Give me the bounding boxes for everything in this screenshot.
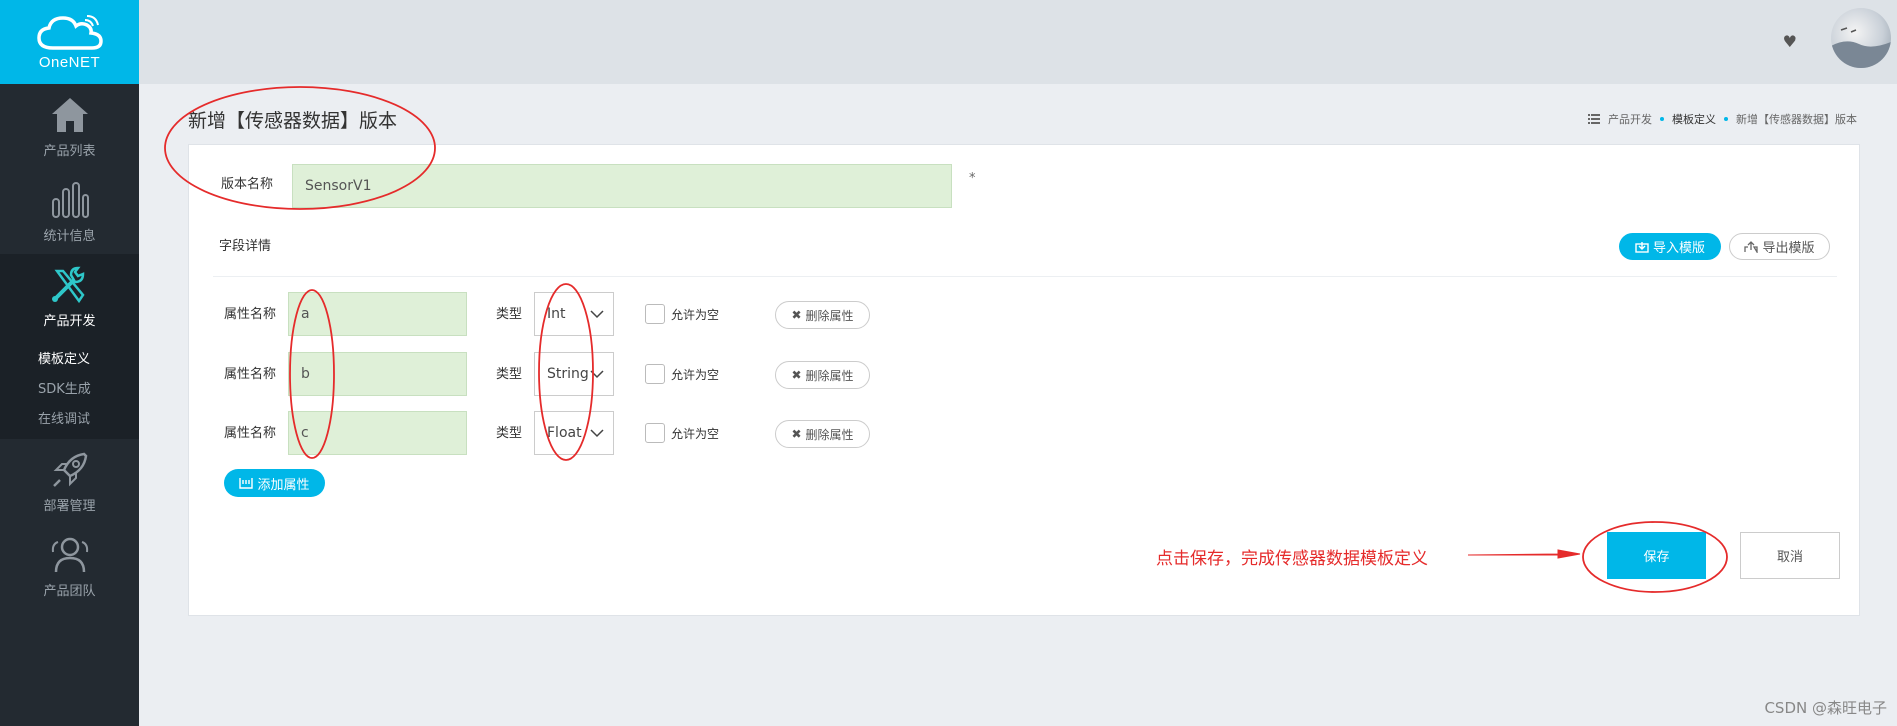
logo-text: OneNET: [38, 53, 101, 71]
sidebar-item-team[interactable]: 产品团队: [0, 524, 139, 609]
breadcrumb-item: 新增【传感器数据】版本: [1736, 113, 1857, 126]
nullable-label: 允许为空: [671, 427, 720, 441]
import-icon: [1635, 241, 1649, 253]
sidebar-item-deploy[interactable]: 部署管理: [0, 439, 139, 524]
property-name-label: 属性名称: [224, 367, 277, 382]
property-name-input[interactable]: a: [288, 292, 467, 336]
page-title: 新增【传感器数据】版本: [188, 110, 398, 132]
type-select[interactable]: String: [534, 352, 614, 396]
type-label: 类型: [496, 307, 523, 322]
sidebar-item-statistics[interactable]: 统计信息: [0, 169, 139, 254]
breadcrumb-item[interactable]: 模板定义: [1672, 111, 1716, 127]
chevron-down-icon: [590, 429, 604, 438]
nullable-label: 允许为空: [671, 308, 720, 322]
add-property-button[interactable]: 添加属性: [224, 469, 325, 497]
subnav-item-template[interactable]: 模板定义: [0, 345, 139, 375]
avatar[interactable]: [1831, 8, 1891, 68]
add-icon: [239, 478, 254, 489]
list-icon: [1588, 114, 1600, 124]
export-icon: [1744, 240, 1759, 253]
nullable-checkbox[interactable]: [645, 423, 665, 443]
watermark: CSDN @森旺电子: [1764, 699, 1887, 717]
subnav-item-debug[interactable]: 在线调试: [0, 405, 139, 435]
nullable-label: 允许为空: [671, 368, 720, 382]
sidebar: OneNET 产品列表 统计信息 产品开发 模板定义 SDK生成 在线调试 部署…: [0, 0, 139, 726]
fields-label: 字段详情: [219, 239, 272, 254]
close-icon: ✖: [791, 427, 802, 441]
chevron-down-icon: [590, 310, 604, 319]
chevron-down-icon: [590, 370, 604, 379]
avatar-image: [1831, 27, 1891, 68]
sidebar-item-product-list[interactable]: 产品列表: [0, 84, 139, 169]
form-panel: 版本名称 SensorV1 * 字段详情 导入模版 导出模版 属性名称 a 类型…: [188, 144, 1860, 616]
breadcrumb-separator: [1724, 117, 1728, 121]
sidebar-item-label: 产品团队: [43, 584, 96, 599]
export-template-button[interactable]: 导出模版: [1729, 233, 1830, 260]
sidebar-subnav: 模板定义 SDK生成 在线调试: [0, 339, 139, 439]
required-mark: *: [969, 171, 976, 186]
delete-property-button[interactable]: ✖ 删除属性: [775, 361, 870, 389]
annotation-text: 点击保存，完成传感器数据模板定义: [1156, 549, 1428, 569]
nullable-checkbox[interactable]: [645, 304, 665, 324]
close-icon: ✖: [791, 308, 802, 322]
breadcrumb: 产品开发 模板定义 新增【传感器数据】版本: [1588, 111, 1857, 127]
sidebar-item-label: 产品列表: [43, 144, 96, 159]
cancel-button[interactable]: 取消: [1740, 532, 1840, 579]
save-button[interactable]: 保存: [1607, 532, 1706, 579]
breadcrumb-separator: [1660, 117, 1664, 121]
rocket-icon: [52, 452, 87, 487]
sidebar-item-label: 统计信息: [43, 229, 96, 244]
divider: [213, 276, 1837, 277]
property-name-input[interactable]: b: [288, 352, 467, 396]
tools-icon: [51, 266, 85, 304]
delete-property-button[interactable]: ✖ 删除属性: [775, 301, 870, 329]
heart-icon[interactable]: ♥: [1783, 32, 1797, 51]
bar-chart-icon: [51, 182, 89, 218]
property-name-input[interactable]: c: [288, 411, 467, 455]
import-template-button[interactable]: 导入模版: [1619, 233, 1721, 260]
delete-property-button[interactable]: ✖ 删除属性: [775, 420, 870, 448]
cloud-logo-icon: [36, 14, 103, 50]
property-name-label: 属性名称: [224, 307, 277, 322]
version-name-label: 版本名称: [221, 177, 274, 192]
nullable-checkbox[interactable]: [645, 364, 665, 384]
home-icon: [51, 98, 88, 132]
sidebar-item-label: 部署管理: [43, 499, 96, 514]
sidebar-item-label: 产品开发: [43, 314, 96, 329]
type-select[interactable]: Int: [534, 292, 614, 336]
breadcrumb-item[interactable]: 产品开发: [1608, 111, 1652, 127]
sidebar-item-product-dev[interactable]: 产品开发: [0, 254, 139, 339]
property-name-label: 属性名称: [224, 426, 277, 441]
type-select[interactable]: Float: [534, 411, 614, 455]
close-icon: ✖: [791, 368, 802, 382]
onenet-logo[interactable]: OneNET: [0, 0, 139, 84]
subnav-item-sdk[interactable]: SDK生成: [0, 375, 139, 405]
type-label: 类型: [496, 426, 523, 441]
users-icon: [51, 537, 88, 573]
version-name-input[interactable]: SensorV1: [292, 164, 952, 208]
type-label: 类型: [496, 367, 523, 382]
topbar: ♥: [139, 0, 1897, 84]
